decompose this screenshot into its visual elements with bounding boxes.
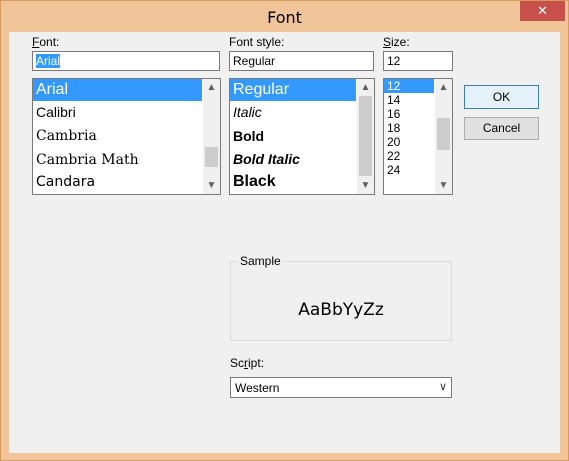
font-list[interactable]: Arial Calibri Cambria Cambria Math Canda… bbox=[32, 78, 221, 195]
chevron-up-icon[interactable]: ▲ bbox=[435, 79, 452, 96]
close-icon: ✕ bbox=[537, 3, 548, 18]
list-item[interactable]: Calibri bbox=[33, 101, 202, 124]
list-item[interactable]: 14 bbox=[384, 93, 434, 107]
size-list-scrollbar[interactable]: ▲ ▼ bbox=[435, 79, 452, 194]
script-select[interactable]: Western ∨ bbox=[230, 377, 452, 398]
chevron-up-icon[interactable]: ▲ bbox=[203, 79, 220, 96]
close-button[interactable]: ✕ bbox=[520, 1, 565, 21]
list-item[interactable]: Regular bbox=[230, 79, 356, 101]
font-style-input[interactable]: Regular bbox=[229, 51, 374, 71]
font-style-list[interactable]: Regular Italic Bold Bold Italic Black ▲ … bbox=[229, 78, 375, 195]
scroll-thumb[interactable] bbox=[359, 96, 372, 176]
list-item[interactable]: 24 bbox=[384, 163, 434, 177]
size-label: Size: bbox=[383, 35, 410, 49]
list-item[interactable]: Arial bbox=[33, 79, 202, 101]
size-input[interactable]: 12 bbox=[383, 51, 453, 71]
list-item[interactable]: 22 bbox=[384, 149, 434, 163]
chevron-down-icon[interactable]: ▼ bbox=[357, 177, 374, 194]
font-style-list-scrollbar[interactable]: ▲ ▼ bbox=[357, 79, 374, 194]
list-item[interactable]: Bold Italic bbox=[230, 148, 356, 171]
chevron-down-icon[interactable]: ▼ bbox=[203, 177, 220, 194]
title-bar[interactable]: Font ✕ bbox=[1, 1, 568, 32]
list-item[interactable]: Black bbox=[230, 171, 356, 193]
sample-group: Sample AaBbYyZz bbox=[230, 254, 452, 341]
script-value: Western bbox=[235, 381, 280, 395]
window-title: Font bbox=[267, 8, 302, 27]
chevron-up-icon[interactable]: ▲ bbox=[357, 79, 374, 96]
list-item[interactable]: 18 bbox=[384, 121, 434, 135]
list-item[interactable]: Bold bbox=[230, 124, 356, 148]
chevron-down-icon[interactable]: ▼ bbox=[435, 177, 452, 194]
sample-label: Sample bbox=[237, 254, 284, 268]
chevron-down-icon[interactable]: ∨ bbox=[439, 380, 447, 393]
dialog-client-area: Font: Arial Arial Calibri Cambria Cambri… bbox=[9, 32, 560, 453]
font-list-scrollbar[interactable]: ▲ ▼ bbox=[203, 79, 220, 194]
list-item[interactable]: 16 bbox=[384, 107, 434, 121]
sample-text: AaBbYyZz bbox=[298, 300, 384, 320]
font-label: Font: bbox=[32, 35, 60, 49]
font-dialog: Font ✕ Font: Arial Arial Calibri Cambria… bbox=[0, 0, 569, 461]
list-item[interactable]: Candara bbox=[33, 172, 202, 192]
scroll-thumb[interactable] bbox=[437, 118, 450, 150]
size-list[interactable]: 12 14 16 18 20 22 24 ▲ ▼ bbox=[383, 78, 453, 195]
font-style-label: Font style: bbox=[229, 35, 285, 49]
list-item[interactable]: 12 bbox=[384, 79, 434, 93]
ok-button[interactable]: OK bbox=[464, 85, 539, 109]
list-item[interactable]: Italic bbox=[230, 101, 356, 124]
list-item[interactable]: Cambria bbox=[33, 124, 202, 148]
list-item[interactable]: 20 bbox=[384, 135, 434, 149]
scroll-thumb[interactable] bbox=[205, 147, 218, 167]
script-label: Script: bbox=[230, 356, 265, 370]
cancel-button[interactable]: Cancel bbox=[464, 117, 539, 140]
list-item[interactable]: Cambria Math bbox=[33, 148, 202, 172]
font-name-input[interactable]: Arial bbox=[32, 51, 220, 71]
